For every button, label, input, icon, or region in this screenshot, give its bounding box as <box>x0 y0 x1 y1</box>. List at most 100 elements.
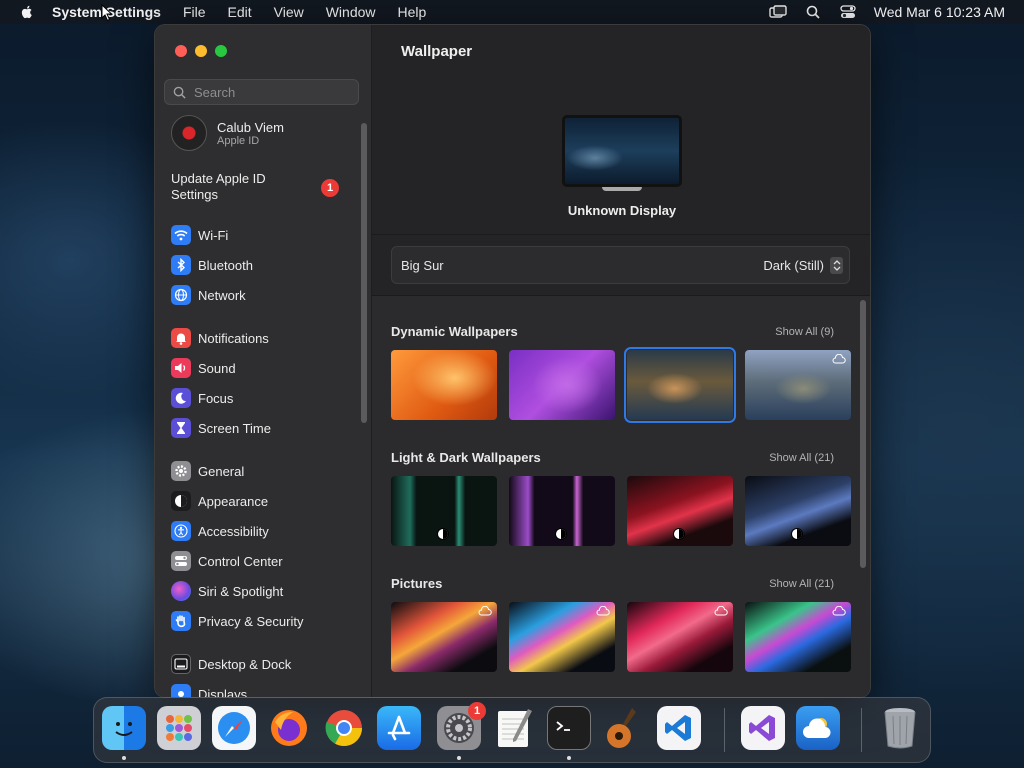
terminal-icon[interactable] <box>547 706 591 750</box>
sidebar-item-network[interactable]: Network <box>171 283 361 307</box>
hourglass-icon <box>171 418 191 438</box>
section-title: Light & Dark Wallpapers <box>391 450 541 465</box>
gallery-scrollbar[interactable] <box>860 300 866 568</box>
wallpaper-pane: Wallpaper Unknown Display Big Sur Dark (… <box>372 25 870 697</box>
update-apple-id-settings[interactable]: Update Apple ID Settings 1 <box>171 171 343 205</box>
wallpaper-thumbnail[interactable] <box>509 476 615 546</box>
account-subtitle: Apple ID <box>217 134 260 147</box>
wallpaper-thumbnail[interactable] <box>391 602 497 672</box>
sidebar-item-label: Privacy & Security <box>198 613 304 629</box>
app-store-icon[interactable] <box>377 706 421 750</box>
sidebar-item-desktop-dock[interactable]: Desktop & Dock <box>171 652 361 676</box>
sidebar: Calub Viem Apple ID Update Apple ID Sett… <box>155 25 372 697</box>
weather-icon[interactable] <box>796 706 840 750</box>
vscode-icon[interactable] <box>657 706 701 750</box>
zoom-button[interactable] <box>215 45 227 57</box>
notification-badge: 1 <box>468 702 486 720</box>
appearance-mode-popup[interactable]: Dark (Still) <box>763 256 843 274</box>
wallpaper-thumbnail[interactable] <box>391 350 497 420</box>
wallpaper-thumbnail[interactable] <box>745 476 851 546</box>
bell-icon <box>171 328 191 348</box>
firefox-icon[interactable] <box>267 706 311 750</box>
menu-file[interactable]: File <box>183 4 206 20</box>
finder-icon[interactable] <box>102 706 146 750</box>
sidebar-scrollbar[interactable] <box>361 123 367 423</box>
cloud-download-icon <box>596 606 610 616</box>
sidebar-item-focus[interactable]: Focus <box>171 386 361 410</box>
launchpad-icon[interactable] <box>157 706 201 750</box>
garageband-icon[interactable] <box>602 706 646 750</box>
wallpaper-thumbnail[interactable] <box>627 602 733 672</box>
visual-studio-icon[interactable] <box>741 706 785 750</box>
sidebar-item-screen-time[interactable]: Screen Time <box>171 416 361 440</box>
sidebar-item-siri-spotlight[interactable]: Siri & Spotlight <box>171 579 361 603</box>
sidebar-item-control-center[interactable]: Control Center <box>171 549 361 573</box>
apple-menu-icon[interactable] <box>19 4 35 20</box>
hand-icon <box>171 611 191 631</box>
wallpaper-thumbnail[interactable] <box>509 602 615 672</box>
sidebar-item-label: Accessibility <box>198 523 269 539</box>
menu-help[interactable]: Help <box>398 4 427 20</box>
menu-edit[interactable]: Edit <box>228 4 252 20</box>
notification-badge: 1 <box>321 179 339 197</box>
sidebar-item-label: Wi-Fi <box>198 227 229 243</box>
display-icon <box>171 684 191 697</box>
sidebar-item-label: Siri & Spotlight <box>198 583 284 599</box>
wallpaper-gallery: Dynamic Wallpapers Show All (9) Light & … <box>372 295 870 697</box>
search-field[interactable] <box>164 79 359 105</box>
sidebar-item-label: Control Center <box>198 553 283 569</box>
sidebar-item-general[interactable]: General <box>171 459 361 483</box>
sidebar-item-label: Sound <box>198 360 236 376</box>
minimize-button[interactable] <box>195 45 207 57</box>
section-title: Dynamic Wallpapers <box>391 324 518 339</box>
search-icon <box>173 86 186 99</box>
wallpaper-selector[interactable]: Big Sur Dark (Still) <box>391 246 850 284</box>
menu-window[interactable]: Window <box>326 4 376 20</box>
menu-view[interactable]: View <box>274 4 304 20</box>
close-button[interactable] <box>175 45 187 57</box>
page-title: Wallpaper <box>401 43 473 60</box>
mouse-cursor-icon <box>101 4 113 22</box>
avatar <box>171 115 207 151</box>
speaker-icon <box>171 358 191 378</box>
sidebar-item-label: Network <box>198 287 246 303</box>
cloud-download-icon <box>478 606 492 616</box>
wallpaper-thumbnail[interactable] <box>627 476 733 546</box>
search-input[interactable] <box>192 83 346 101</box>
sidebar-item-wifi[interactable]: Wi-Fi <box>171 223 361 247</box>
trash-icon[interactable] <box>878 706 922 750</box>
chevron-up-down-icon <box>830 256 843 274</box>
menu-clock[interactable]: Wed Mar 6 10:23 AM <box>874 4 1005 20</box>
menu-extras: Wed Mar 6 10:23 AM <box>769 4 1024 20</box>
show-all-button[interactable]: Show All (9) <box>775 326 834 338</box>
textedit-icon[interactable] <box>492 706 536 750</box>
apple-id-account[interactable]: Calub Viem Apple ID <box>171 115 351 151</box>
wallpaper-thumbnail[interactable] <box>745 602 851 672</box>
cloud-download-icon <box>714 606 728 616</box>
gear-icon <box>171 461 191 481</box>
window-controls <box>175 45 235 57</box>
sidebar-item-label: Bluetooth <box>198 257 253 273</box>
sidebar-item-label: General <box>198 463 245 479</box>
safari-icon[interactable] <box>212 706 256 750</box>
wallpaper-thumbnail[interactable] <box>745 350 851 420</box>
sidebar-item-bluetooth[interactable]: Bluetooth <box>171 253 361 277</box>
control-center-icon[interactable] <box>839 4 857 20</box>
sidebar-item-privacy-security[interactable]: Privacy & Security <box>171 609 361 633</box>
sidebar-item-accessibility[interactable]: Accessibility <box>171 519 361 543</box>
wallpaper-thumbnail-selected[interactable] <box>624 347 736 423</box>
sidebar-item-appearance[interactable]: Appearance <box>171 489 361 513</box>
sidebar-item-notifications[interactable]: Notifications <box>171 326 361 350</box>
screen-mirroring-icon[interactable] <box>769 4 787 20</box>
spotlight-search-icon[interactable] <box>804 4 822 20</box>
chrome-icon[interactable] <box>322 706 366 750</box>
show-all-button[interactable]: Show All (21) <box>769 578 834 590</box>
sidebar-item-displays[interactable]: Displays <box>171 682 361 697</box>
wallpaper-thumbnail[interactable] <box>509 350 615 420</box>
section-title: Pictures <box>391 576 443 591</box>
update-label: Update Apple ID Settings <box>171 171 266 202</box>
show-all-button[interactable]: Show All (21) <box>769 452 834 464</box>
bluetooth-icon <box>171 255 191 275</box>
sidebar-item-sound[interactable]: Sound <box>171 356 361 380</box>
wallpaper-thumbnail[interactable] <box>391 476 497 546</box>
